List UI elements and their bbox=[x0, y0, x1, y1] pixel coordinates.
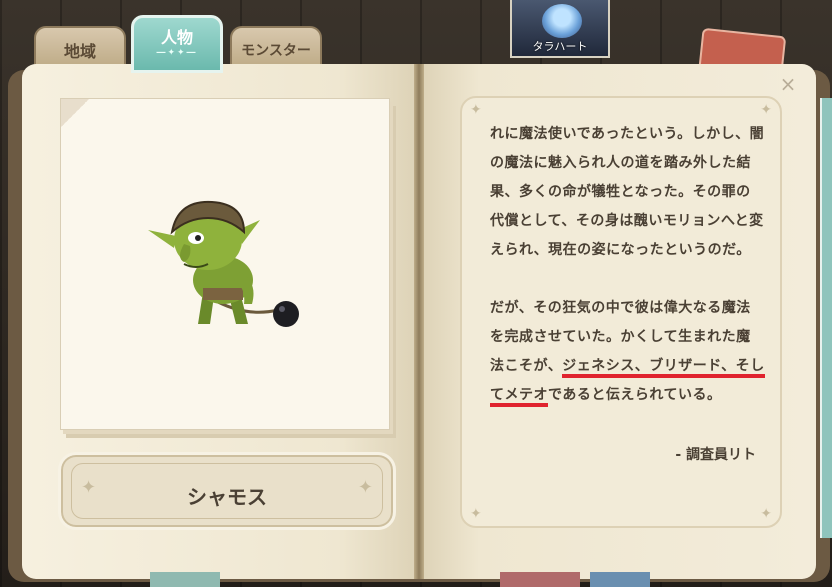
tab-character-label: 人物 bbox=[160, 28, 193, 47]
pupil bbox=[195, 235, 201, 241]
guide-portrait[interactable]: タラハート bbox=[510, 0, 610, 58]
side-scroll-strip bbox=[820, 98, 832, 538]
book-spine bbox=[414, 64, 424, 579]
signature: - 調査員リト bbox=[675, 447, 756, 463]
corner-ornament-icon: ✦ bbox=[470, 102, 482, 118]
tab-character[interactable]: 人物 ―✦✦― bbox=[131, 15, 223, 73]
loincloth bbox=[203, 288, 243, 300]
ball-highlight bbox=[279, 306, 285, 312]
guide-name: タラハート bbox=[532, 40, 588, 53]
story-paragraph-2: だが、その狂気の中で彼は偉大なる魔法を完成させていた。かくして生まれた魔法こそが… bbox=[490, 294, 765, 410]
story-panel: ✦ ✦ ✦ ✦ れに魔法使いであったという。しかし、闇の魔法に魅入られ人の道を踏… bbox=[460, 96, 782, 528]
close-button[interactable]: × bbox=[778, 74, 798, 94]
corner-ornament-icon: ✦ bbox=[760, 506, 772, 522]
story-text: れに魔法使いであったという。しかし、闇の魔法に魅入られ人の道を踏み外した結果、多… bbox=[490, 116, 765, 410]
iron-ball bbox=[273, 301, 299, 327]
corner-ornament-icon: ✦ bbox=[470, 506, 482, 522]
highlighted-spells-1: ジェネシス、ブリザード、そ bbox=[562, 358, 751, 378]
story-paragraph-1: れに魔法使いであったという。しかし、闇の魔法に魅入られ人の道を踏み外した結果、多… bbox=[490, 126, 765, 258]
name-plate: ✦ ✦ シャモス bbox=[58, 452, 396, 530]
goblin-monster-image bbox=[148, 200, 299, 327]
decor-book bbox=[500, 572, 580, 587]
tab-ornament-icon: ―✦✦― bbox=[156, 48, 198, 58]
subject-name: シャモス bbox=[187, 485, 267, 509]
decor-book bbox=[150, 572, 220, 587]
character-face-icon bbox=[542, 4, 582, 38]
decor-book bbox=[590, 572, 650, 587]
story-paragraph-2-end: であると伝えられている。 bbox=[548, 387, 722, 403]
